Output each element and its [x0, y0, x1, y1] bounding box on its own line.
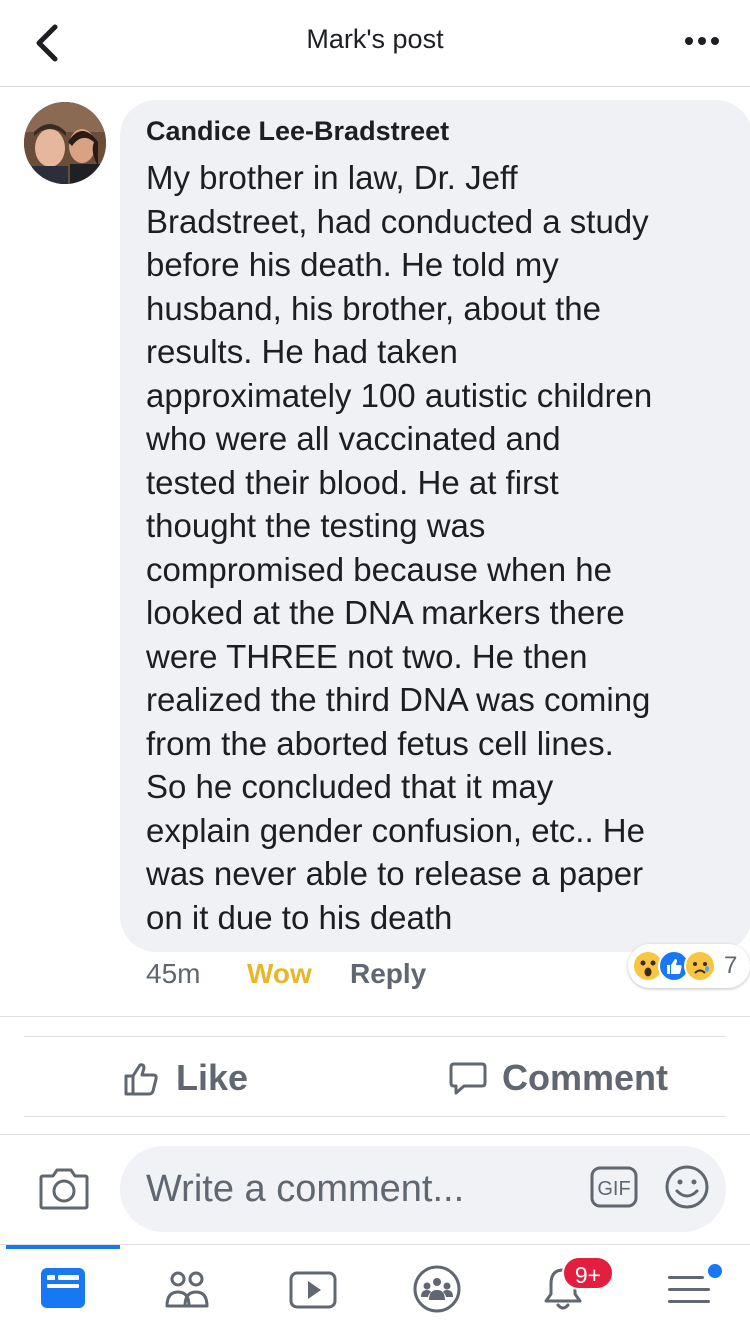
thumbs-up-icon	[124, 1063, 158, 1096]
gif-button[interactable]: GIF	[590, 1166, 638, 1208]
nav-groups[interactable]	[412, 1264, 462, 1314]
smiley-icon	[665, 1165, 709, 1209]
divider	[24, 1036, 726, 1037]
like-button[interactable]: Like	[122, 1052, 248, 1104]
nav-watch[interactable]	[288, 1264, 338, 1314]
more-options-button[interactable]	[672, 20, 732, 62]
nav-friends[interactable]	[162, 1264, 212, 1314]
more-dots-icon	[683, 32, 722, 50]
reply-button[interactable]: Reply	[350, 958, 426, 990]
watch-icon	[289, 1271, 337, 1309]
reaction-count: 7	[724, 952, 738, 979]
active-tab-indicator	[6, 1245, 120, 1249]
friends-icon	[165, 1271, 209, 1308]
sad-icon	[684, 950, 716, 982]
page-title: Mark's post	[306, 24, 444, 54]
groups-icon	[413, 1265, 461, 1313]
gif-label: GIF	[597, 1178, 630, 1200]
comment-label: Comment	[502, 1057, 669, 1098]
comment-bubble-icon	[449, 1062, 487, 1095]
comment-text: My brother in law, Dr. Jeff Bradstreet, …	[146, 159, 653, 936]
news-feed-icon	[41, 1268, 85, 1308]
reaction-summary[interactable]: 7	[628, 944, 750, 988]
like-label: Like	[176, 1057, 249, 1098]
camera-icon	[39, 1168, 89, 1210]
reaction-button[interactable]: Wow	[247, 958, 312, 990]
menu-notification-dot	[706, 1262, 724, 1280]
nav-news-feed[interactable]	[38, 1264, 88, 1314]
divider	[0, 1016, 750, 1017]
comment-button[interactable]: Comment	[448, 1052, 668, 1104]
divider	[24, 1116, 726, 1117]
comment-timestamp[interactable]: 45m	[146, 958, 200, 990]
notification-badge: 9+	[562, 1256, 614, 1290]
camera-button[interactable]	[38, 1164, 90, 1212]
comment-author[interactable]: Candice Lee-Bradstreet	[146, 116, 449, 147]
divider	[0, 1134, 750, 1135]
commenter-avatar[interactable]	[24, 102, 106, 184]
emoji-button[interactable]	[664, 1164, 710, 1210]
